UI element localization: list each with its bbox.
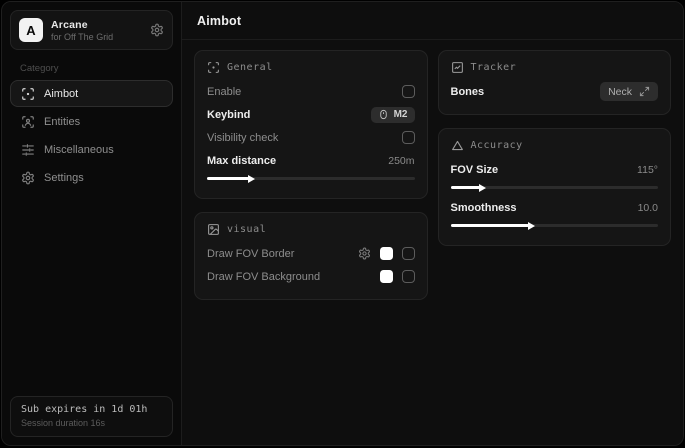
tracker-card: Tracker Bones Neck	[438, 50, 672, 115]
brand-card: A Arcane for Off The Grid	[10, 10, 173, 50]
subscription-status-card: Sub expires in 1d 01h Session duration 1…	[10, 396, 173, 437]
section-title: Accuracy	[471, 140, 523, 151]
fov-size-slider-thumb[interactable]	[479, 184, 486, 192]
keybind-row: Keybind M2	[207, 103, 415, 126]
crosshair-icon	[207, 61, 220, 74]
bones-value: Neck	[608, 86, 632, 98]
smoothness-slider-fill	[451, 224, 530, 227]
gear-icon	[21, 171, 35, 185]
chart-icon	[451, 61, 464, 74]
max-distance-row: Max distance 250m	[207, 149, 415, 172]
mouse-icon	[378, 109, 389, 120]
fov-background-label: Draw FOV Background	[207, 271, 320, 283]
general-card-header: General	[207, 61, 415, 74]
visibility-check-row: Visibility check	[207, 126, 415, 149]
left-column: General Enable Keybind M2	[194, 50, 428, 300]
max-distance-value: 250m	[388, 155, 414, 167]
fov-size-slider-fill	[451, 186, 480, 189]
fov-background-row: Draw FOV Background	[207, 265, 415, 288]
sidebar-item-entities[interactable]: Entities	[10, 108, 173, 135]
brand-subtitle: for Off The Grid	[51, 32, 113, 42]
max-distance-slider[interactable]	[207, 177, 415, 180]
keybind-value: M2	[394, 109, 408, 120]
smoothness-value: 10.0	[638, 202, 658, 214]
smoothness-row: Smoothness 10.0	[451, 196, 659, 219]
crosshair-icon	[21, 87, 35, 101]
visual-card-header: visual	[207, 223, 415, 236]
expand-icon	[639, 86, 650, 97]
sidebar-item-label: Miscellaneous	[44, 144, 114, 156]
fov-size-value: 115°	[637, 164, 658, 176]
fov-size-label: FOV Size	[451, 164, 499, 176]
sidebar-item-miscellaneous[interactable]: Miscellaneous	[10, 136, 173, 163]
bones-label: Bones	[451, 86, 485, 98]
tracker-card-header: Tracker	[451, 61, 659, 74]
triangle-icon	[451, 139, 464, 152]
enable-label: Enable	[207, 86, 241, 98]
max-distance-slider-fill	[207, 177, 249, 180]
sidebar-item-label: Aimbot	[44, 88, 78, 100]
max-distance-slider-thumb[interactable]	[248, 175, 255, 183]
app-window: A Arcane for Off The Grid Category Aimbo…	[1, 1, 684, 446]
visibility-check-checkbox[interactable]	[402, 131, 415, 144]
bones-row: Bones Neck	[451, 80, 659, 103]
sidebar-item-label: Settings	[44, 172, 84, 184]
keybind-label: Keybind	[207, 109, 250, 121]
main-header: Aimbot	[182, 2, 683, 40]
main-panel: Aimbot General Enable	[182, 2, 683, 445]
person-scan-icon	[21, 115, 35, 129]
fov-border-controls	[358, 247, 415, 260]
smoothness-label: Smoothness	[451, 202, 517, 214]
smoothness-slider[interactable]	[451, 224, 659, 227]
content: General Enable Keybind M2	[182, 40, 683, 310]
accuracy-card-header: Accuracy	[451, 139, 659, 152]
brand-title: Arcane	[51, 19, 113, 31]
gear-icon[interactable]	[150, 23, 164, 37]
sidebar-item-label: Entities	[44, 116, 80, 128]
session-duration-text: Session duration 16s	[21, 418, 162, 428]
smoothness-slider-thumb[interactable]	[528, 222, 535, 230]
accuracy-card: Accuracy FOV Size 115° Smoothness 10.0	[438, 128, 672, 246]
visual-card: visual Draw FOV Border Draw	[194, 212, 428, 300]
section-title: visual	[227, 224, 266, 235]
page-title: Aimbot	[197, 14, 241, 28]
keybind-button[interactable]: M2	[371, 107, 415, 123]
sidebar: A Arcane for Off The Grid Category Aimbo…	[2, 2, 182, 445]
bones-select[interactable]: Neck	[600, 82, 658, 101]
sub-expiry-text: Sub expires in 1d 01h	[21, 404, 162, 415]
fov-background-checkbox[interactable]	[402, 270, 415, 283]
section-title: General	[227, 62, 273, 73]
image-icon	[207, 223, 220, 236]
sidebar-item-settings[interactable]: Settings	[10, 164, 173, 191]
fov-background-color-swatch[interactable]	[380, 270, 393, 283]
sidebar-item-aimbot[interactable]: Aimbot	[10, 80, 173, 107]
fov-size-slider[interactable]	[451, 186, 659, 189]
visibility-check-label: Visibility check	[207, 132, 278, 144]
sidebar-nav: Aimbot Entities Miscellaneous Settings	[10, 80, 173, 191]
fov-border-color-swatch[interactable]	[380, 247, 393, 260]
max-distance-label: Max distance	[207, 155, 276, 167]
gear-icon[interactable]	[358, 247, 371, 260]
brand-logo: A	[19, 18, 43, 42]
fov-border-checkbox[interactable]	[402, 247, 415, 260]
fov-size-row: FOV Size 115°	[451, 158, 659, 181]
enable-checkbox[interactable]	[402, 85, 415, 98]
enable-row: Enable	[207, 80, 415, 103]
right-column: Tracker Bones Neck	[438, 50, 672, 246]
fov-background-controls	[380, 270, 415, 283]
fov-border-row: Draw FOV Border	[207, 242, 415, 265]
fov-border-label: Draw FOV Border	[207, 248, 294, 260]
general-card: General Enable Keybind M2	[194, 50, 428, 199]
category-label: Category	[20, 63, 163, 74]
sliders-icon	[21, 143, 35, 157]
brand-text: Arcane for Off The Grid	[51, 19, 113, 42]
section-title: Tracker	[471, 62, 517, 73]
